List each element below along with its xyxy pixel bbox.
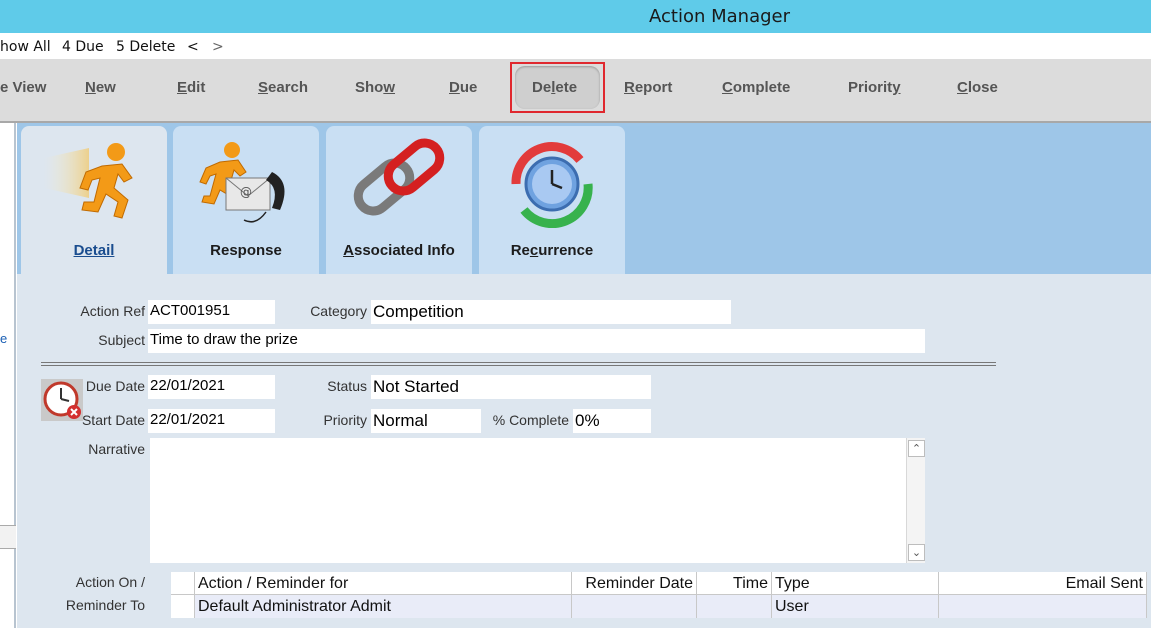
tab-detail[interactable]: Detail [21, 126, 167, 278]
svg-text:@: @ [240, 185, 252, 199]
tab-strip: Detail @ Response Associated Info Recurr… [17, 123, 1151, 278]
start-date-label: Start Date [81, 412, 145, 428]
tab-response-label: Response [210, 242, 282, 259]
col-reminder-date[interactable]: Reminder Date [572, 572, 697, 595]
search-button[interactable]: Search [258, 79, 308, 96]
category-label: Category [310, 303, 367, 319]
subject-label: Subject [98, 332, 145, 348]
priority-button[interactable]: Priority [848, 79, 901, 96]
detail-pane: Detail @ Response Associated Info Recurr… [17, 123, 1151, 628]
status-label: Status [327, 378, 367, 394]
delete-filter-link[interactable]: 5 Delete [116, 39, 175, 55]
scroll-down-icon[interactable]: ⌄ [908, 544, 925, 561]
sub-navigation: how All 4 Due 5 Delete < > [0, 33, 1151, 59]
category-field[interactable]: Competition [371, 300, 731, 324]
col-type[interactable]: Type [772, 572, 939, 595]
status-field[interactable]: Not Started [371, 375, 651, 399]
tab-associated-info[interactable]: Associated Info [326, 126, 472, 274]
narrative-scrollbar[interactable]: ⌃ ⌄ [906, 438, 925, 563]
window-title: Action Manager [649, 6, 790, 27]
title-bar: Action Manager [0, 0, 1151, 33]
cell-email-sent[interactable] [939, 595, 1147, 618]
left-panel: e [0, 123, 16, 628]
start-date-field[interactable]: 22/01/2021 [148, 409, 275, 433]
priority-label: Priority [323, 412, 367, 428]
action-ref-field[interactable]: ACT001951 [148, 300, 275, 324]
left-panel-label[interactable]: e [0, 331, 7, 346]
new-button[interactable]: New [85, 79, 116, 96]
action-on-label: Action On / [75, 574, 145, 590]
close-button[interactable]: Close [957, 79, 998, 96]
reminder-to-label: Reminder To [65, 597, 145, 613]
priority-field[interactable]: Normal [371, 409, 481, 433]
tab-recurrence[interactable]: Recurrence [479, 126, 625, 274]
toolbar: e View New Edit Search Show Due Delete R… [0, 59, 1151, 123]
subject-field[interactable]: Time to draw the prize [148, 329, 925, 353]
runner-icon [44, 143, 133, 219]
cell-action-reminder-for[interactable]: Default Administrator Admit [195, 595, 572, 618]
response-phone-icon: @ [199, 142, 285, 223]
show-button[interactable]: Show [355, 79, 395, 96]
tab-recurrence-label: Recurrence [510, 242, 594, 259]
next-page-link[interactable]: > [212, 39, 224, 55]
due-date-field[interactable]: 22/01/2021 [148, 375, 275, 399]
cell-time[interactable] [697, 595, 772, 618]
chain-link-icon [353, 138, 445, 216]
grid-header-selector [171, 572, 195, 595]
change-view-button[interactable]: e View [0, 79, 46, 96]
table-row[interactable]: Default Administrator Admit User [171, 595, 1147, 618]
due-filter-link[interactable]: 4 Due [62, 39, 104, 55]
due-date-label: Due Date [85, 378, 145, 394]
cell-type[interactable]: User [772, 595, 939, 618]
row-selector[interactable] [171, 595, 195, 618]
scroll-up-icon[interactable]: ⌃ [908, 440, 925, 457]
tab-response[interactable]: @ Response [173, 126, 319, 274]
col-action-reminder-for[interactable]: Action / Reminder for [195, 572, 572, 595]
narrative-textarea[interactable]: ⌃ ⌄ [150, 438, 925, 563]
tab-detail-label: Detail [73, 242, 115, 259]
col-time[interactable]: Time [697, 572, 772, 595]
tab-associated-info-label: Associated Info [343, 242, 455, 259]
prev-page-link[interactable]: < [187, 39, 199, 55]
col-email-sent[interactable]: Email Sent [939, 572, 1147, 595]
action-ref-label: Action Ref [80, 303, 145, 319]
edit-button[interactable]: Edit [177, 79, 205, 96]
cell-reminder-date[interactable] [572, 595, 697, 618]
due-button[interactable]: Due [449, 79, 477, 96]
left-panel-separator [0, 525, 16, 549]
section-divider [41, 362, 996, 366]
reminder-grid: Action / Reminder for Reminder Date Time… [171, 572, 1147, 618]
narrative-label: Narrative [88, 441, 145, 457]
report-button[interactable]: Report [624, 79, 672, 96]
show-all-link[interactable]: how All [0, 39, 51, 55]
percent-complete-label: % Complete [492, 412, 569, 428]
recurrence-clock-icon [511, 142, 593, 228]
complete-button[interactable]: Complete [722, 79, 790, 96]
delete-button[interactable]: Delete [532, 79, 577, 96]
percent-complete-field[interactable]: 0% [573, 409, 651, 433]
grid-header: Action / Reminder for Reminder Date Time… [171, 572, 1147, 595]
